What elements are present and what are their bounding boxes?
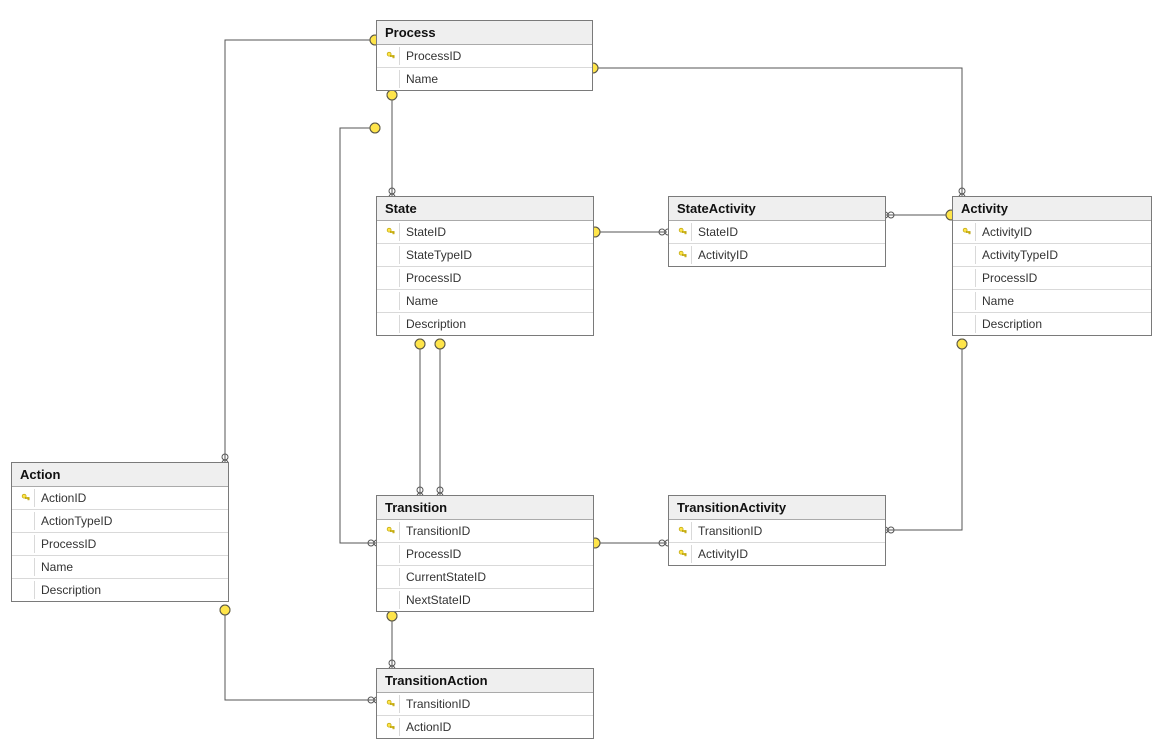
key-icon — [678, 526, 688, 536]
column-row[interactable]: ProcessID — [377, 45, 592, 68]
column-row[interactable]: ActivityTypeID — [953, 244, 1151, 267]
column-name: ActionID — [406, 720, 587, 734]
column-name: Name — [982, 294, 1145, 308]
column-row[interactable]: StateTypeID — [377, 244, 593, 267]
entity-transitionactivity[interactable]: TransitionActivity TransitionID Activity… — [668, 495, 886, 566]
column-name: TransitionID — [698, 524, 879, 538]
entity-title: TransitionAction — [377, 669, 593, 693]
column-name: NextStateID — [406, 593, 587, 607]
key-icon — [678, 549, 688, 559]
column-row[interactable]: TransitionID — [377, 693, 593, 716]
column-name: Name — [406, 294, 587, 308]
column-row[interactable]: ProcessID — [377, 267, 593, 290]
entity-transitionaction[interactable]: TransitionAction TransitionID ActionID — [376, 668, 594, 739]
column-name: ActivityID — [982, 225, 1145, 239]
column-name: ProcessID — [406, 547, 587, 561]
entity-action[interactable]: Action ActionID ActionTypeID ProcessID N… — [11, 462, 229, 602]
column-name: ActionTypeID — [41, 514, 222, 528]
entity-columns: ProcessID Name — [377, 45, 592, 90]
column-row[interactable]: Description — [953, 313, 1151, 335]
column-name: ProcessID — [406, 49, 586, 63]
column-row[interactable]: TransitionID — [377, 520, 593, 543]
column-row[interactable]: TransitionID — [669, 520, 885, 543]
entity-columns: StateID StateTypeID ProcessID Name Descr… — [377, 221, 593, 335]
column-row[interactable]: Name — [377, 290, 593, 313]
column-row[interactable]: Description — [12, 579, 228, 601]
key-icon — [386, 227, 396, 237]
column-row[interactable]: Name — [377, 68, 592, 90]
column-name: StateTypeID — [406, 248, 587, 262]
key-icon — [386, 51, 396, 61]
column-row[interactable]: ActionTypeID — [12, 510, 228, 533]
key-cell — [383, 70, 400, 88]
column-name: ActionID — [41, 491, 222, 505]
column-row[interactable]: Name — [953, 290, 1151, 313]
relationship-lines — [0, 0, 1167, 749]
key-icon — [386, 526, 396, 536]
column-row[interactable]: ProcessID — [12, 533, 228, 556]
entity-title: State — [377, 197, 593, 221]
entity-title: Action — [12, 463, 228, 487]
entity-activity[interactable]: Activity ActivityID ActivityTypeID Proce… — [952, 196, 1152, 336]
entity-stateactivity[interactable]: StateActivity StateID ActivityID — [668, 196, 886, 267]
key-cell — [383, 223, 400, 241]
entity-title: StateActivity — [669, 197, 885, 221]
entity-title: Process — [377, 21, 592, 45]
column-row[interactable]: NextStateID — [377, 589, 593, 611]
column-name: TransitionID — [406, 524, 587, 538]
column-name: TransitionID — [406, 697, 587, 711]
key-icon — [21, 493, 31, 503]
column-name: StateID — [698, 225, 879, 239]
key-icon — [962, 227, 972, 237]
column-row[interactable]: ProcessID — [953, 267, 1151, 290]
column-name: Description — [982, 317, 1145, 331]
column-row[interactable]: ActionID — [12, 487, 228, 510]
column-row[interactable]: CurrentStateID — [377, 566, 593, 589]
column-name: ProcessID — [41, 537, 222, 551]
entity-transition[interactable]: Transition TransitionID ProcessID Curren… — [376, 495, 594, 612]
column-name: Name — [41, 560, 222, 574]
column-row[interactable]: ProcessID — [377, 543, 593, 566]
column-name: ActivityID — [698, 248, 879, 262]
key-icon — [386, 722, 396, 732]
entity-title: TransitionActivity — [669, 496, 885, 520]
key-icon — [678, 227, 688, 237]
column-row[interactable]: ActivityID — [669, 244, 885, 266]
column-row[interactable]: Name — [12, 556, 228, 579]
entity-title: Activity — [953, 197, 1151, 221]
column-name: ProcessID — [982, 271, 1145, 285]
key-icon — [678, 250, 688, 260]
entity-state[interactable]: State StateID StateTypeID ProcessID Name… — [376, 196, 594, 336]
column-row[interactable]: StateID — [377, 221, 593, 244]
column-row[interactable]: StateID — [669, 221, 885, 244]
column-name: Description — [406, 317, 587, 331]
column-name: Name — [406, 72, 586, 86]
column-name: CurrentStateID — [406, 570, 587, 584]
column-name: ProcessID — [406, 271, 587, 285]
key-icon — [386, 699, 396, 709]
column-name: ActivityTypeID — [982, 248, 1145, 262]
entity-title: Transition — [377, 496, 593, 520]
entity-process[interactable]: Process ProcessID Name — [376, 20, 593, 91]
column-row[interactable]: ActionID — [377, 716, 593, 738]
column-row[interactable]: Description — [377, 313, 593, 335]
column-name: ActivityID — [698, 547, 879, 561]
key-cell — [383, 47, 400, 65]
column-row[interactable]: ActivityID — [669, 543, 885, 565]
column-name: Description — [41, 583, 222, 597]
column-row[interactable]: ActivityID — [953, 221, 1151, 244]
column-name: StateID — [406, 225, 587, 239]
